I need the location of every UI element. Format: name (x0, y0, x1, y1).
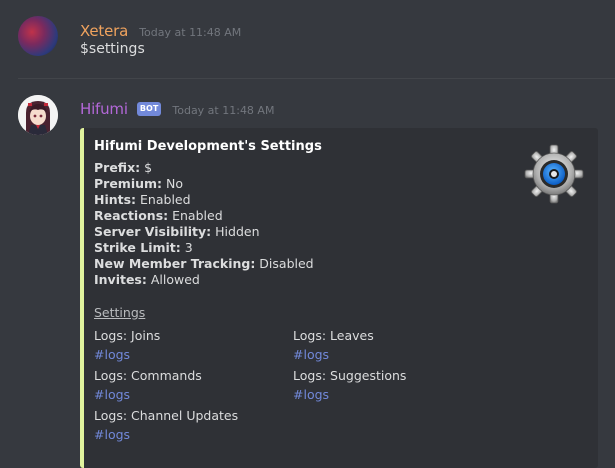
message-header: Hifumi BOT Today at 11:48 AM (80, 99, 274, 118)
setting-reactions: Reactions: Enabled (94, 208, 223, 223)
channel-mention[interactable]: #logs (293, 347, 374, 362)
setting-invites: Invites: Allowed (94, 272, 200, 287)
message-content: $settings (80, 41, 145, 57)
setting-new-member-tracking: New Member Tracking: Disabled (94, 256, 314, 271)
field-name: Logs: Commands (94, 368, 202, 383)
field-logs-commands: Logs: Commands #logs (94, 368, 202, 402)
field-name: Logs: Leaves (293, 328, 374, 343)
channel-mention[interactable]: #logs (94, 427, 238, 442)
setting-strike-limit: Strike Limit: 3 (94, 240, 193, 255)
timestamp: Today at 11:48 AM (172, 104, 275, 117)
settings-link[interactable]: Settings (94, 305, 145, 320)
setting-server-visibility: Server Visibility: Hidden (94, 224, 260, 239)
field-logs-leaves: Logs: Leaves #logs (293, 328, 374, 362)
avatar[interactable] (18, 16, 58, 56)
setting-hints: Hints: Enabled (94, 192, 191, 207)
timestamp: Today at 11:48 AM (139, 26, 242, 39)
settings-embed: Hifumi Development's Settings Prefix: $ … (80, 128, 598, 468)
channel-mention[interactable]: #logs (293, 387, 406, 402)
message-hifumi: Hifumi BOT Today at 11:48 AM Hifumi Deve… (0, 80, 615, 468)
field-name: Logs: Channel Updates (94, 408, 239, 423)
field-name: Logs: Joins (94, 328, 161, 343)
field-logs-joins: Logs: Joins #logs (94, 328, 160, 362)
message-divider (18, 78, 615, 79)
setting-prefix: Prefix: $ (94, 160, 153, 175)
field-logs-channel-updates: Logs: Channel Updates #logs (94, 408, 238, 442)
username[interactable]: Xetera (80, 22, 128, 40)
channel-mention[interactable]: #logs (94, 347, 160, 362)
gear-icon (524, 144, 584, 204)
username[interactable]: Hifumi (80, 100, 128, 118)
avatar[interactable] (18, 95, 58, 135)
anime-avatar-icon (18, 95, 58, 135)
field-name: Logs: Suggestions (293, 368, 407, 383)
message-header: Xetera Today at 11:48 AM (80, 21, 241, 40)
field-logs-suggestions: Logs: Suggestions #logs (293, 368, 406, 402)
embed-title: Hifumi Development's Settings (94, 139, 322, 154)
bot-tag: BOT (136, 102, 162, 116)
setting-premium: Premium: No (94, 176, 184, 191)
settings-list: Prefix: $ Premium: No Hints: Enabled Rea… (94, 160, 314, 288)
message-xetera: Xetera Today at 11:48 AM $settings (0, 0, 615, 78)
channel-mention[interactable]: #logs (94, 387, 202, 402)
